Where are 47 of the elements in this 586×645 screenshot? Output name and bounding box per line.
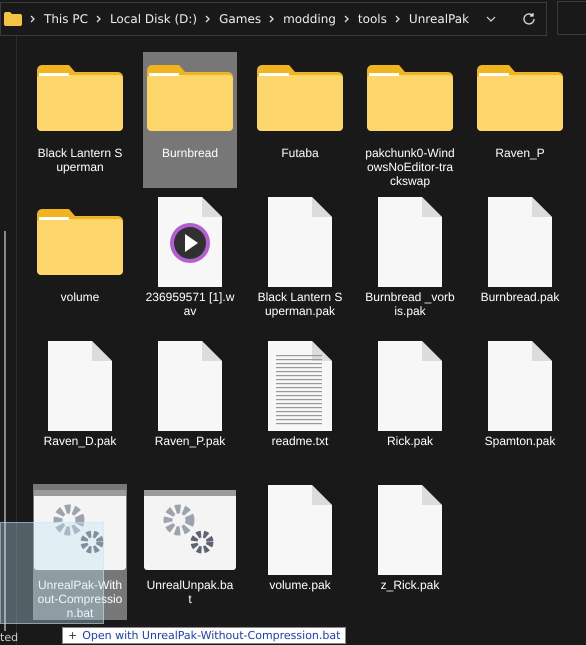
file-item[interactable]: Raven_P.pak (143, 340, 237, 476)
breadcrumb-item[interactable]: UnrealPak (408, 12, 470, 26)
file-name: volume.pak (268, 578, 332, 592)
file-item[interactable]: Burnbread.pak (473, 196, 567, 332)
address-bar[interactable]: This PC Local Disk (D:) Games modding tools UnrealPak (0, 2, 547, 36)
file-item[interactable]: readme.txt (253, 340, 347, 476)
file-item[interactable]: Spamton.pak (473, 340, 567, 476)
file-item[interactable]: Futaba (253, 52, 347, 188)
file-item[interactable]: volume.pak (253, 484, 347, 620)
file-item[interactable]: Rick.pak (363, 340, 457, 476)
file-name: UnrealUnpak.bat (146, 578, 234, 606)
status-text: ted (0, 631, 18, 644)
file-item[interactable]: Black Lantern Superman.pak (253, 196, 347, 332)
file-name: Black Lantern Superman (36, 146, 124, 174)
file-name: Burnbread.pak (480, 290, 560, 304)
breadcrumb-item[interactable]: This PC (44, 12, 88, 26)
file-name: Burnbread _vorbis.pak (365, 290, 455, 318)
file-name: Futaba (280, 146, 320, 160)
file-name: Burnbread (160, 146, 220, 160)
file-name: Spamton.pak (484, 434, 556, 448)
file-name: readme.txt (270, 434, 330, 448)
breadcrumb-item[interactable]: tools (358, 12, 387, 26)
file-name: volume (60, 290, 100, 304)
file-item[interactable]: Burnbread (143, 52, 237, 188)
breadcrumb-item[interactable]: Local Disk (D:) (110, 12, 198, 26)
file-name: UnrealPak-Without-Compression.bat (36, 578, 124, 620)
file-item[interactable]: pakchunk0-WindowsNoEditor-trackswap (363, 52, 457, 188)
breadcrumb-item[interactable]: modding (283, 12, 336, 26)
file-item[interactable]: z_Rick.pak (363, 484, 457, 620)
file-name: Rick.pak (386, 434, 434, 448)
file-name: z_Rick.pak (380, 578, 440, 592)
file-item[interactable]: 236959571 [1].wav (143, 196, 237, 332)
file-name: Raven_P.pak (154, 434, 226, 448)
file-name: Black Lantern Superman.pak (256, 290, 344, 318)
file-name: 236959571 [1].wav (145, 290, 235, 318)
file-item[interactable]: Burnbread _vorbis.pak (363, 196, 457, 332)
file-name: Raven_P (494, 146, 546, 160)
file-item[interactable]: UnrealUnpak.bat (143, 484, 237, 620)
file-name: pakchunk0-WindowsNoEditor-trackswap (365, 146, 455, 188)
file-name: Raven_D.pak (42, 434, 118, 448)
tooltip-text: Open with UnrealPak-Without-Compression.bat (82, 629, 340, 642)
breadcrumb-item[interactable]: Games (219, 12, 262, 26)
file-item[interactable]: Black Lantern Superman (33, 52, 127, 188)
file-item[interactable]: volume (33, 196, 127, 332)
file-item[interactable]: Raven_P (473, 52, 567, 188)
file-item[interactable]: Raven_D.pak (33, 340, 127, 476)
plus-icon: + (68, 629, 78, 642)
